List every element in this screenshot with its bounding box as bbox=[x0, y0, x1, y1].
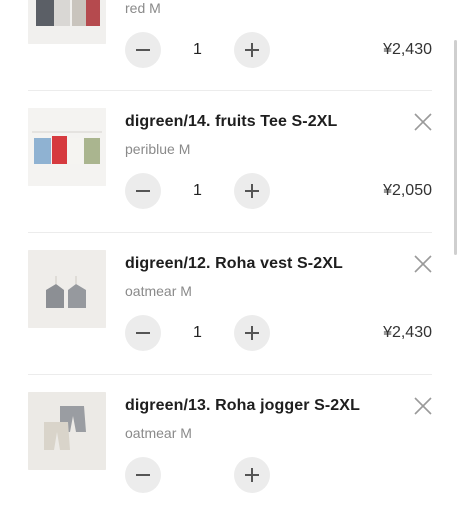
close-icon bbox=[414, 113, 432, 131]
cart-item: digreen/13. Roha jogger S-2XL oatmear M bbox=[0, 376, 460, 518]
divider bbox=[28, 374, 432, 375]
product-price: ¥2,430 bbox=[383, 41, 432, 58]
minus-icon bbox=[136, 474, 150, 476]
minus-icon bbox=[136, 332, 150, 334]
decrement-button[interactable] bbox=[125, 173, 161, 209]
product-thumbnail-fruits-tee[interactable] bbox=[28, 108, 106, 186]
product-title[interactable]: digreen/13. Roha jogger S-2XL bbox=[125, 397, 360, 415]
decrement-button[interactable] bbox=[125, 457, 161, 493]
minus-icon bbox=[136, 190, 150, 192]
product-price: ¥2,050 bbox=[383, 182, 432, 199]
divider bbox=[28, 232, 432, 233]
divider bbox=[28, 90, 432, 91]
decrement-button[interactable] bbox=[125, 32, 161, 68]
scrollbar[interactable] bbox=[454, 40, 457, 255]
product-price: ¥2,430 bbox=[383, 324, 432, 341]
quantity-value: 1 bbox=[193, 41, 202, 58]
increment-button[interactable] bbox=[234, 173, 270, 209]
product-variant: periblue M bbox=[125, 141, 191, 157]
cart-item: red M 1 ¥2,430 bbox=[0, 0, 460, 68]
close-icon bbox=[414, 255, 432, 273]
plus-icon bbox=[245, 43, 259, 57]
quantity-stepper bbox=[125, 457, 270, 493]
product-variant: red M bbox=[125, 0, 161, 16]
remove-item-button[interactable] bbox=[412, 253, 434, 275]
cart-item: digreen/12. Roha vest S-2XL oatmear M 1 … bbox=[0, 234, 460, 376]
increment-button[interactable] bbox=[234, 457, 270, 493]
increment-button[interactable] bbox=[234, 32, 270, 68]
close-icon bbox=[414, 397, 432, 415]
remove-item-button[interactable] bbox=[412, 111, 434, 133]
plus-icon bbox=[245, 184, 259, 198]
quantity-stepper: 1 bbox=[125, 32, 270, 68]
product-thumbnail-kids-tops[interactable] bbox=[28, 0, 106, 44]
remove-item-button[interactable] bbox=[412, 395, 434, 417]
increment-button[interactable] bbox=[234, 315, 270, 351]
product-title[interactable]: digreen/12. Roha vest S-2XL bbox=[125, 255, 343, 273]
quantity-value: 1 bbox=[193, 324, 202, 341]
product-title[interactable]: digreen/14. fruits Tee S-2XL bbox=[125, 113, 337, 131]
quantity-stepper: 1 bbox=[125, 315, 270, 351]
plus-icon bbox=[245, 468, 259, 482]
quantity-stepper: 1 bbox=[125, 173, 270, 209]
cart-item-list: red M 1 ¥2,430 digreen/14. fruits Tee S-… bbox=[0, 0, 460, 493]
product-variant: oatmear M bbox=[125, 425, 192, 441]
quantity-value: 1 bbox=[193, 182, 202, 199]
minus-icon bbox=[136, 49, 150, 51]
cart-item: digreen/14. fruits Tee S-2XL periblue M … bbox=[0, 92, 460, 234]
decrement-button[interactable] bbox=[125, 315, 161, 351]
product-thumbnail-roha-jogger[interactable] bbox=[28, 392, 106, 470]
product-variant: oatmear M bbox=[125, 283, 192, 299]
product-thumbnail-roha-vest[interactable] bbox=[28, 250, 106, 328]
plus-icon bbox=[245, 326, 259, 340]
